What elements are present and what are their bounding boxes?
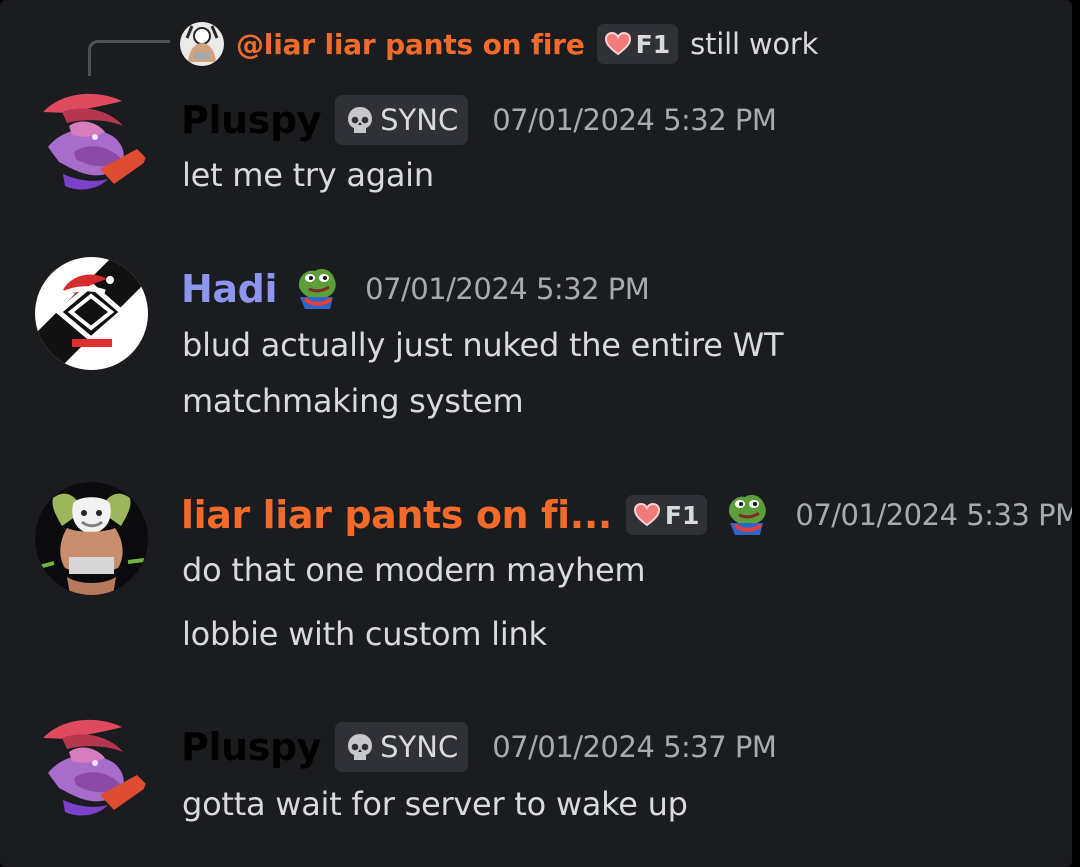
message-item: Pluspy SYNC 07/01/2024 5:37 PM gotta wai… bbox=[0, 0, 1072, 867]
skull-icon bbox=[348, 734, 373, 760]
chat-window: @liar liar pants on fire F1 still work P… bbox=[0, 0, 1072, 867]
message-timestamp[interactable]: 07/01/2024 5:37 PM bbox=[492, 730, 777, 764]
username[interactable]: Pluspy bbox=[181, 725, 322, 769]
role-badge-label: SYNC bbox=[380, 730, 459, 764]
message-text[interactable]: gotta wait for server to wake up bbox=[182, 784, 688, 824]
user-avatar[interactable] bbox=[35, 711, 148, 824]
role-badge-sync: SYNC bbox=[335, 722, 469, 772]
